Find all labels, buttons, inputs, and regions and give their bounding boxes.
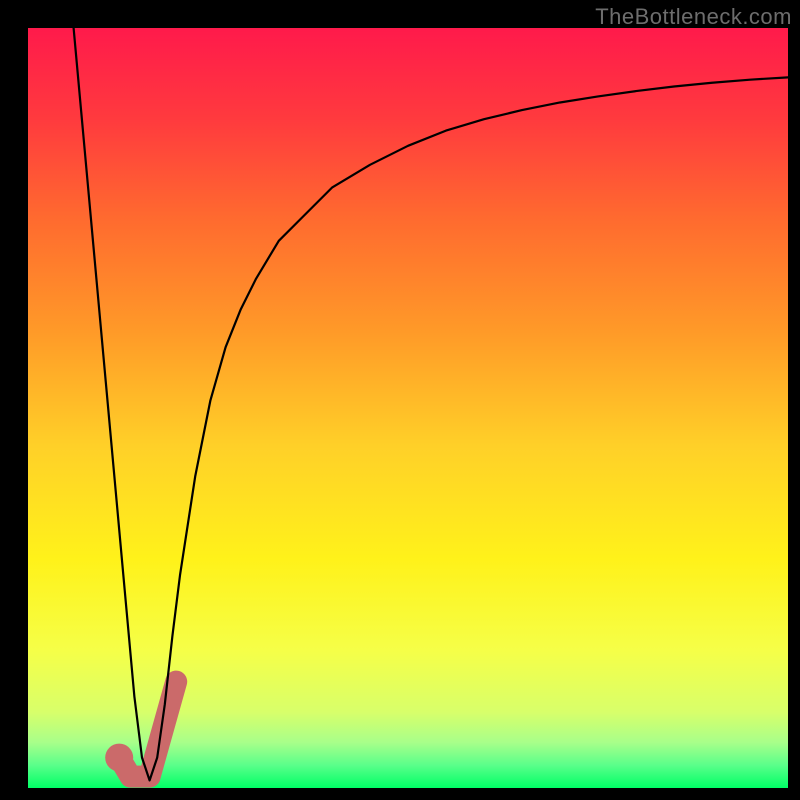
- gradient-background: [28, 28, 788, 788]
- highlight-dot: [105, 744, 133, 772]
- watermark-text: TheBottleneck.com: [595, 4, 792, 30]
- chart-svg: [28, 28, 788, 788]
- plot-area: [28, 28, 788, 788]
- chart-frame: TheBottleneck.com: [0, 0, 800, 800]
